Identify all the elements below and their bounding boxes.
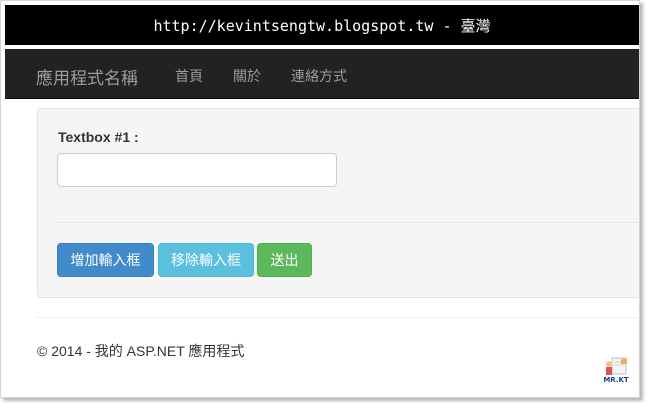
navbar-brand[interactable]: 應用程式名稱 xyxy=(36,64,138,89)
footer-copyright: © 2014 - 我的 ASP.NET 應用程式 xyxy=(37,343,245,359)
top-navbar: 應用程式名稱 首頁 關於 連絡方式 xyxy=(5,49,639,99)
textbox-1-input[interactable] xyxy=(57,153,337,187)
add-input-button[interactable]: 增加輸入框 xyxy=(57,243,154,277)
remove-input-button[interactable]: 移除輸入框 xyxy=(158,243,254,277)
logo-figure-icon xyxy=(606,357,627,375)
footer-divider xyxy=(37,317,639,318)
submit-button[interactable]: 送出 xyxy=(257,243,312,277)
logo-text: MR.KT xyxy=(603,376,629,384)
browser-screenshot-frame: http://kevintsengtw.blogspot.tw - 臺灣 應用程… xyxy=(0,0,640,398)
watermark-banner: http://kevintsengtw.blogspot.tw - 臺灣 xyxy=(5,5,639,45)
form-divider xyxy=(57,222,639,223)
nav-item-about[interactable]: 關於 xyxy=(233,66,261,86)
nav-item-contact[interactable]: 連絡方式 xyxy=(291,66,347,86)
mr-kt-logo: MR.KT xyxy=(601,357,631,393)
textbox-1-label: Textbox #1 : xyxy=(58,129,139,145)
nav-item-home[interactable]: 首頁 xyxy=(175,66,203,86)
form-well: Textbox #1 : 增加輸入框 移除輸入框 送出 xyxy=(37,108,639,298)
watermark-text: http://kevintsengtw.blogspot.tw - 臺灣 xyxy=(153,16,491,35)
